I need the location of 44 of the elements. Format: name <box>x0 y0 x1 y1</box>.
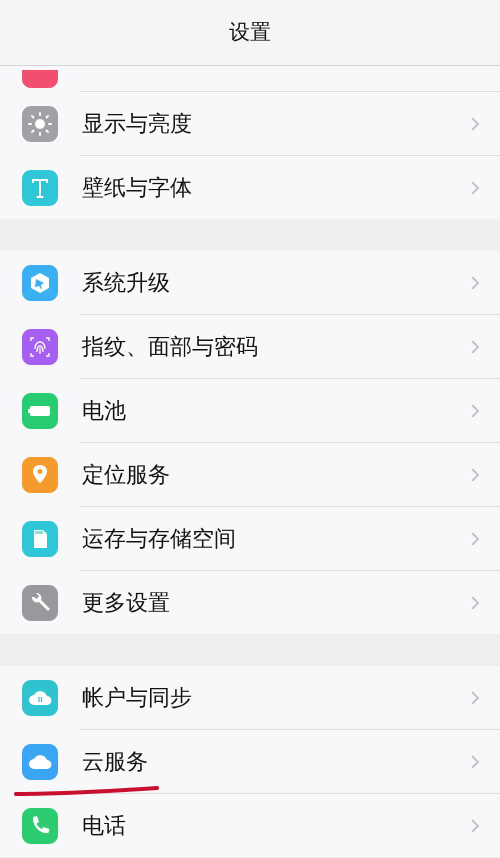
row-label: 运存与存储空间 <box>82 525 237 553</box>
fingerprint-icon <box>22 328 58 364</box>
memory-card-icon <box>22 520 58 556</box>
row-label: 电话 <box>82 812 127 840</box>
chevron-icon <box>470 466 480 482</box>
row-label: 云服务 <box>82 748 149 776</box>
chevron-icon <box>470 402 480 418</box>
chevron-icon <box>470 180 480 196</box>
chevron-icon <box>470 116 480 132</box>
chevron-icon <box>470 690 480 706</box>
settings-row[interactable]: 显示与亮度 <box>0 92 500 155</box>
cloud-icon <box>22 744 58 780</box>
settings-row[interactable]: 帐户与同步 <box>0 666 500 729</box>
cloud-icon <box>22 680 58 716</box>
cube-icon <box>22 264 58 300</box>
phone-icon <box>22 808 58 844</box>
sun-icon <box>22 106 58 142</box>
row-label: 定位服务 <box>82 461 171 489</box>
settings-row[interactable]: 系统升级 <box>0 251 500 314</box>
settings-row[interactable]: 指纹、面部与密码 <box>0 315 500 378</box>
row-label: 更多设置 <box>82 589 171 617</box>
settings-row[interactable]: 电话 <box>0 794 500 857</box>
chevron-icon <box>470 754 480 770</box>
row-label: 指纹、面部与密码 <box>82 333 259 361</box>
chevron-icon <box>470 594 480 610</box>
chevron-icon <box>470 818 480 834</box>
row-label: 壁纸与字体 <box>82 174 193 202</box>
screen-title: 设置 <box>229 20 271 46</box>
wrench-icon <box>22 584 58 620</box>
settings-row[interactable]: 电池 <box>0 379 500 442</box>
letter-t-icon <box>22 170 58 206</box>
row-label: 电池 <box>82 397 127 425</box>
row-label: 帐户与同步 <box>82 684 193 712</box>
row-label: 系统升级 <box>82 269 171 297</box>
row-label: 显示与亮度 <box>82 110 193 138</box>
chevron-icon <box>470 530 480 546</box>
chevron-icon <box>470 274 480 290</box>
chevron-icon <box>470 338 480 354</box>
settings-row[interactable]: 运存与存储空间 <box>0 507 500 570</box>
map-pin-icon <box>22 456 58 492</box>
settings-row[interactable]: 壁纸与字体 <box>0 156 500 219</box>
settings-row[interactable]: 定位服务 <box>0 443 500 506</box>
settings-row[interactable]: 更多设置 <box>0 571 500 634</box>
battery-icon <box>22 392 58 428</box>
